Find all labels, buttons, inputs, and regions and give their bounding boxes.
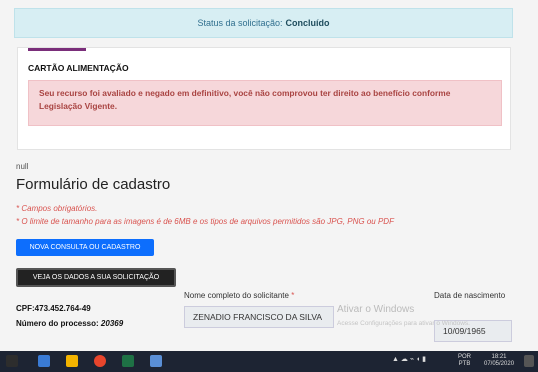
required-note: * Campos obrigatórios. [16, 204, 98, 213]
null-text: null [16, 162, 29, 171]
benefit-card: CARTÃO ALIMENTAÇÃO Seu recurso foi avali… [17, 47, 511, 150]
form-title: Formulário de cadastro [16, 176, 171, 193]
name-label: Nome completo do solicitante * [184, 291, 294, 300]
lang-bottom: PTB [458, 361, 471, 367]
photos-icon[interactable] [150, 355, 162, 367]
lang-top: POR [458, 354, 472, 360]
process-number: Número do processo: 20369 [16, 319, 123, 328]
size-note: * O limite de tamanho para as imagens é … [16, 217, 394, 226]
status-label: Status da solicitação: [197, 18, 283, 28]
name-required-asterisk: * [291, 291, 295, 300]
view-request-data-button[interactable]: VEJA OS DADOS A SUA SOLICITAÇÃO [16, 268, 176, 287]
windows-watermark-title: Ativar o Windows [337, 304, 415, 315]
clock-date: 07/05/2020 [484, 361, 515, 367]
language-indicator[interactable]: POR PTB [458, 354, 471, 368]
excel-icon[interactable] [122, 355, 134, 367]
status-banner: Status da solicitação: Concluído [14, 8, 513, 38]
clock-time: 18:21 [491, 354, 507, 360]
card-accent [28, 48, 86, 51]
windows-watermark-subtitle: Acesse Configurações para ativar o Windo… [337, 320, 470, 327]
name-label-text: Nome completo do solicitante [184, 291, 289, 300]
process-value: 20369 [100, 319, 124, 328]
full-name-field[interactable]: ZENADIO FRANCISCO DA SILVA [184, 306, 334, 328]
notification-icon[interactable] [524, 355, 534, 367]
status-value: Concluído [285, 18, 330, 28]
process-label: Número do processo: [16, 319, 99, 328]
taskview-icon[interactable] [38, 355, 50, 367]
card-title: CARTÃO ALIMENTAÇÃO [28, 63, 129, 73]
file-explorer-icon[interactable] [66, 355, 78, 367]
birthdate-label: Data de nascimento [434, 291, 506, 300]
alert-message: Seu recurso foi avaliado e negado em def… [28, 80, 502, 126]
clock[interactable]: 18:21 07/05/2020 [484, 354, 514, 368]
new-consultation-button[interactable]: NOVA CONSULTA OU CADASTRO [16, 239, 154, 256]
chrome-icon[interactable] [94, 355, 106, 367]
system-tray-icons[interactable]: ▲ ☁ ⌁ ◖ ▮ [392, 355, 426, 363]
cpf-text: CPF:473.452.764-49 [16, 304, 91, 313]
start-icon[interactable] [6, 355, 18, 367]
